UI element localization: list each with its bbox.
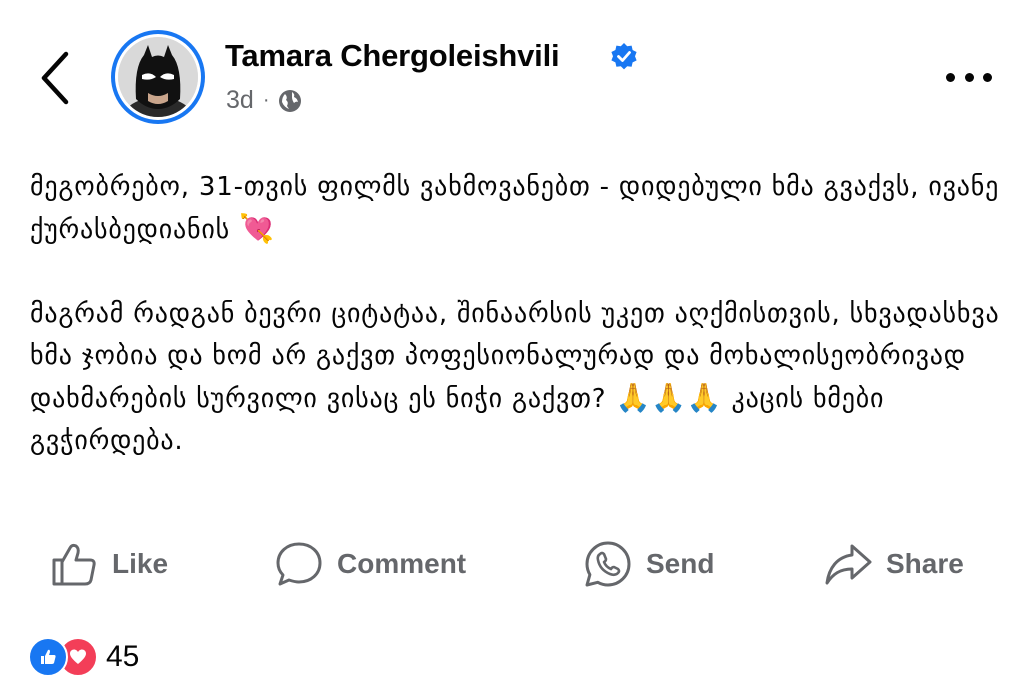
reaction-count: 45	[106, 640, 140, 673]
post-timestamp[interactable]: 3d	[226, 86, 254, 115]
post-body: მეგობრებო, 31-თვის ფილმს ვახმოვანებთ - დ…	[30, 166, 1010, 462]
share-icon	[825, 544, 872, 585]
more-options-button[interactable]	[946, 62, 992, 92]
send-label: Send	[646, 548, 715, 579]
like-label: Like	[112, 548, 169, 579]
pray-emojis: 🙏🙏🙏	[615, 381, 723, 414]
heart-arrow-emoji: 💘	[239, 212, 275, 245]
whatsapp-icon	[585, 541, 631, 587]
share-label: Share	[886, 548, 964, 579]
comment-label: Comment	[337, 548, 467, 579]
back-button[interactable]	[38, 50, 72, 106]
like-reaction-icon	[28, 637, 68, 677]
globe-icon	[279, 89, 302, 112]
reactions-summary[interactable]: 45	[28, 637, 139, 677]
post-meta: 3d ·	[226, 86, 303, 115]
thumbs-up-icon	[52, 543, 96, 586]
share-button[interactable]: Share	[824, 536, 964, 592]
send-button[interactable]: Send	[584, 536, 714, 592]
meta-separator: ·	[262, 89, 270, 111]
verified-badge-icon	[611, 43, 637, 70]
avatar[interactable]	[111, 30, 205, 124]
avatar-image	[118, 37, 198, 117]
post-action-bar: Like Comment Send Share	[0, 536, 1024, 592]
comment-icon	[276, 542, 322, 586]
comment-button[interactable]: Comment	[275, 536, 466, 592]
post-paragraph-1: მეგობრებო, 31-თვის ფილმს ვახმოვანებთ - დ…	[30, 172, 1000, 245]
chevron-left-icon	[41, 51, 69, 105]
post-paragraph-2: მაგრამ რადგან ბევრი ციტატაა, შინაარსის უ…	[30, 299, 1000, 456]
author-name[interactable]: Tamara Chergoleishvili	[225, 38, 560, 74]
like-button[interactable]: Like	[50, 536, 168, 592]
more-horizontal-icon	[946, 72, 955, 82]
